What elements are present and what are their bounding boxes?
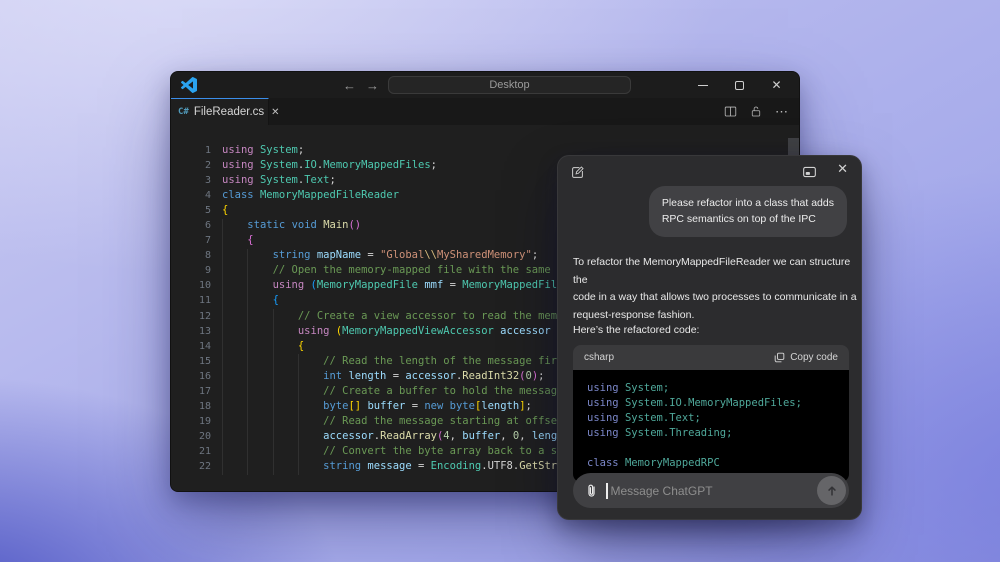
tab-label: FileReader.cs	[193, 106, 265, 118]
nav-back-button[interactable]: ←	[343, 78, 356, 93]
code-line: using System.IO.MemoryMappedFiles;	[222, 159, 437, 172]
line-number: 17	[198, 385, 211, 397]
maximize-button[interactable]	[721, 72, 758, 98]
code-line: string message = Encoding.UTF8.GetStrin	[323, 459, 570, 472]
line-number: 12	[198, 310, 211, 322]
assistant-message-text: To refactor the MemoryMappedFileReader w…	[573, 256, 857, 321]
line-number: 6	[204, 220, 211, 232]
code-line: // Read the length of the message first	[323, 354, 570, 367]
line-number: 4	[204, 190, 211, 202]
code-line: {	[297, 339, 305, 352]
chat-code-lines: using System; using System.IO.MemoryMappe…	[573, 370, 849, 482]
code-line: // Open the memory-mapped file with the …	[272, 264, 570, 277]
copy-code-button[interactable]: Copy code	[774, 352, 838, 363]
code-line: using (MemoryMappedFile mmf = MemoryMapp…	[272, 279, 570, 292]
unlock-icon	[751, 106, 761, 117]
new-chat-button[interactable]	[570, 165, 585, 180]
line-number: 18	[198, 400, 211, 412]
nav-forward-button[interactable]: →	[366, 78, 379, 93]
editor-tabbar: C# FileReader.cs ✕ ⋯	[171, 98, 799, 125]
line-number: 7	[204, 235, 211, 247]
popout-window-button[interactable]	[802, 165, 817, 179]
chat-code-block: csharp Copy code using System; using Syst…	[573, 345, 849, 482]
code-line: using (MemoryMappedViewAccessor accessor…	[297, 324, 564, 337]
code-line: static void Main()	[247, 219, 362, 232]
split-editor-button[interactable]	[724, 105, 737, 118]
line-number: 11	[198, 295, 211, 307]
assistant-code-intro-text: Here’s the refactored code:	[573, 324, 700, 336]
code-line: // Read the message starting at offset	[323, 414, 564, 427]
send-arrow-icon	[827, 485, 836, 496]
vscode-logo-icon	[181, 77, 197, 93]
code-line: using System.Text;	[222, 174, 336, 187]
close-window-button[interactable]: ✕	[758, 72, 795, 98]
copy-code-label: Copy code	[790, 352, 838, 363]
text-caret	[606, 482, 608, 499]
minimize-icon	[697, 84, 708, 86]
tab-close-icon[interactable]: ✕	[271, 107, 279, 118]
code-line: // Create a view accessor to read the me…	[297, 309, 570, 322]
vscode-titlebar: ← → Desktop ✕	[171, 72, 799, 98]
line-number-gutter: 1 2 3 4 5 6 7 8 9 10 11 12 13 14 15 16 17 18 19 20 21 22	[171, 143, 211, 474]
compose-icon	[572, 166, 584, 178]
popout-icon	[803, 166, 816, 178]
line-number: 2	[204, 160, 211, 172]
line-number: 3	[204, 175, 211, 187]
code-language-label: csharp	[584, 352, 615, 363]
line-number: 5	[204, 205, 211, 217]
chat-close-button[interactable]: ✕	[837, 161, 848, 177]
user-message-bubble: Please refactor into a class that adds R…	[648, 186, 847, 237]
line-number: 1	[204, 145, 211, 156]
command-center-label: Desktop	[489, 79, 530, 91]
code-lines: using System; using System.IO.MemoryMappe…	[222, 143, 570, 474]
maximize-icon	[735, 80, 744, 90]
line-number: 15	[198, 355, 211, 367]
minimize-button[interactable]	[684, 72, 721, 98]
code-line: byte[] buffer = new byte[length];	[323, 399, 532, 412]
lock-button[interactable]	[750, 105, 762, 118]
line-number: 22	[198, 460, 211, 472]
code-line: {	[272, 294, 279, 307]
attach-paperclip-icon[interactable]	[584, 483, 599, 499]
code-line: using System;	[222, 144, 305, 156]
window-controls: ✕	[684, 72, 795, 98]
csharp-file-icon: C#	[178, 107, 189, 117]
line-number: 8	[204, 250, 211, 262]
more-actions-button[interactable]: ⋯	[775, 104, 789, 120]
command-center-search[interactable]: Desktop	[388, 76, 631, 94]
send-button[interactable]	[817, 476, 846, 505]
code-line: using System;	[587, 382, 670, 394]
line-number: 16	[198, 370, 211, 382]
message-input-bar[interactable]: Message ChatGPT	[573, 473, 849, 508]
code-line: accessor.ReadArray(4, buffer, 0, length	[323, 429, 570, 442]
code-line: using System.Text;	[587, 412, 701, 425]
line-number: 14	[198, 340, 211, 352]
chatgpt-panel: ✕ Please refactor into a class that adds…	[557, 155, 862, 520]
code-line: {	[247, 234, 254, 247]
line-number: 21	[198, 445, 211, 457]
code-line: {	[222, 204, 229, 217]
message-input-placeholder: Message ChatGPT	[610, 483, 713, 498]
line-number: 10	[198, 280, 211, 292]
code-line: using System.Threading;	[587, 427, 733, 440]
code-line: class MemoryMappedFileReader	[222, 189, 400, 202]
line-number: 9	[204, 265, 211, 277]
code-line: string mapName = "Global\\MySharedMemory…	[272, 249, 539, 262]
desktop-background: ← → Desktop ✕ C# FileReader.cs ✕ ⋯ 1 2 3…	[0, 0, 1000, 562]
line-number: 19	[198, 415, 211, 427]
line-number: 20	[198, 430, 211, 442]
copy-icon	[774, 352, 785, 363]
code-line: class MemoryMappedRPC	[587, 457, 720, 470]
tab-filereader[interactable]: C# FileReader.cs ✕	[171, 98, 280, 125]
code-line: // Convert the byte array back to a str	[323, 444, 570, 457]
code-line: using System.IO.MemoryMappedFiles;	[587, 397, 802, 410]
split-editor-icon	[724, 106, 737, 117]
code-block-header: csharp Copy code	[573, 345, 849, 370]
line-number: 13	[198, 325, 211, 337]
code-line: int length = accessor.ReadInt32(0);	[323, 369, 545, 382]
code-line: // Create a buffer to hold the message	[323, 384, 564, 397]
